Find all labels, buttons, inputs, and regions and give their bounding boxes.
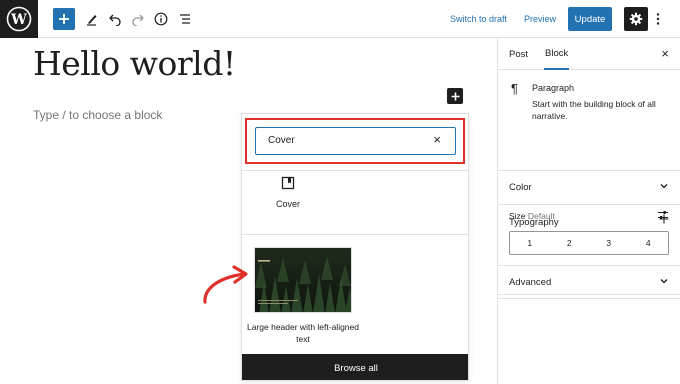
annotation-arrow-icon <box>203 265 248 304</box>
post-title[interactable]: Hello world! <box>33 44 236 83</box>
size-option-2[interactable]: 2 <box>550 232 590 254</box>
size-option-3[interactable]: 3 <box>589 232 629 254</box>
pen-tool-icon[interactable] <box>81 7 103 31</box>
chevron-down-icon[interactable] <box>659 181 669 194</box>
divider <box>242 234 468 235</box>
clear-search-icon[interactable]: × <box>433 133 441 146</box>
tab-block[interactable]: Block <box>544 38 570 70</box>
list-view-icon[interactable] <box>174 7 196 31</box>
settings-sidebar: Post Block × ¶ Paragraph Start with the … <box>497 38 680 384</box>
color-panel-title: Color <box>509 182 532 193</box>
advanced-panel[interactable]: Advanced <box>498 265 680 299</box>
cover-block-label: Cover <box>275 199 300 209</box>
wordpress-logo-icon[interactable]: W <box>0 0 38 38</box>
inline-add-block-icon[interactable] <box>447 88 463 104</box>
close-sidebar-icon[interactable]: × <box>661 46 669 61</box>
details-info-icon[interactable] <box>150 7 172 31</box>
search-value: Cover <box>268 135 295 146</box>
chevron-down-icon[interactable] <box>659 276 669 289</box>
switch-to-draft-button[interactable]: Switch to draft <box>450 7 507 31</box>
advanced-panel-title: Advanced <box>509 277 552 288</box>
cover-block-item[interactable]: Cover <box>260 176 316 226</box>
block-name: Paragraph <box>532 83 575 93</box>
svg-text:W: W <box>10 12 27 28</box>
size-option-4[interactable]: 4 <box>629 232 669 254</box>
settings-gear-icon[interactable] <box>624 7 648 31</box>
editor-toolbar: W Switch to draft Preview Update <box>0 0 680 38</box>
tab-post[interactable]: Post <box>509 38 528 70</box>
font-size-label: Size Default <box>509 211 555 221</box>
redo-icon[interactable] <box>127 7 149 31</box>
preview-button[interactable]: Preview <box>524 7 556 31</box>
size-option-1[interactable]: 1 <box>510 232 550 254</box>
undo-icon[interactable] <box>104 7 126 31</box>
block-inserter-popover: Cover × Cover Large header with left-ali… <box>241 113 469 381</box>
color-panel[interactable]: Color <box>498 171 680 205</box>
more-options-icon[interactable] <box>652 7 664 31</box>
cover-block-icon <box>281 176 295 190</box>
block-card: ¶ Paragraph Start with the building bloc… <box>498 71 680 171</box>
pattern-preview-large-header[interactable] <box>254 247 352 313</box>
browse-all-button[interactable]: Browse all <box>242 354 468 380</box>
search-highlight-box: Cover × <box>245 118 465 164</box>
sidebar-tabs: Post Block × <box>498 38 680 70</box>
block-description: Start with the building block of all nar… <box>532 99 656 121</box>
block-search-input[interactable]: Cover × <box>255 127 456 155</box>
font-size-picker: 1 2 3 4 <box>509 231 669 255</box>
custom-size-settings-icon[interactable] <box>657 208 669 226</box>
divider <box>242 170 468 171</box>
block-placeholder[interactable]: Type / to choose a block <box>33 108 162 122</box>
update-button[interactable]: Update <box>568 7 612 31</box>
pattern-label: Large header with left-aligned text <box>247 322 359 344</box>
paragraph-icon: ¶ <box>511 81 518 96</box>
add-block-button[interactable] <box>53 8 75 30</box>
